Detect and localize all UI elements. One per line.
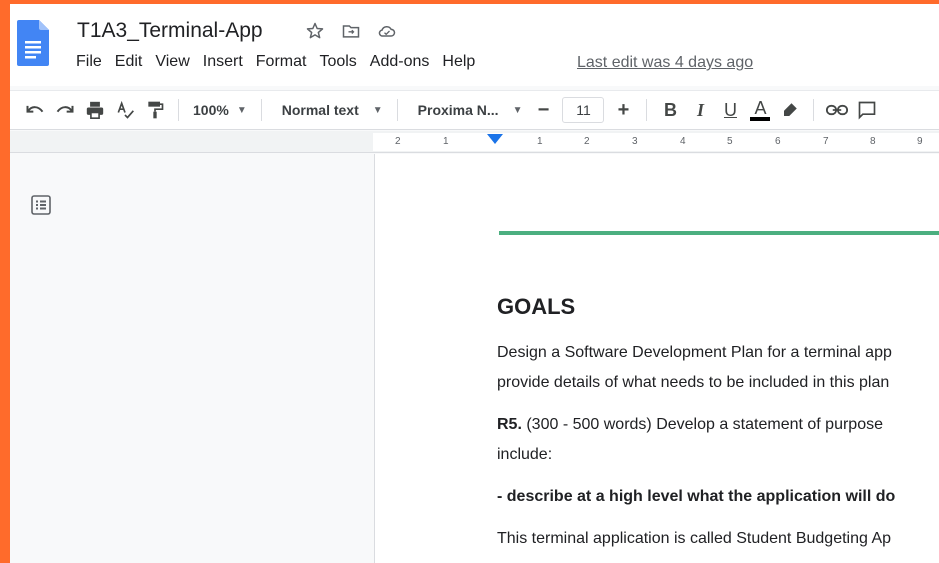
menu-file[interactable]: File: [76, 53, 110, 71]
menu-add-ons[interactable]: Add-ons: [370, 53, 438, 71]
app-frame: T1A3_Terminal-App File Edit View Insert …: [10, 4, 939, 563]
formatting-toolbar: 100% ▼ Normal text ▼ Proxima N... ▼ − 11…: [10, 90, 939, 130]
last-edit-link[interactable]: Last edit was 4 days ago: [577, 54, 753, 72]
menu-bar: File Edit View Insert Format Tools Add-o…: [76, 53, 488, 71]
paragraph-line: include:: [497, 446, 553, 463]
r5-text: (300 - 500 words) Develop a statement of…: [521, 416, 883, 433]
menu-view[interactable]: View: [155, 53, 197, 71]
spellcheck-icon[interactable]: [110, 96, 140, 124]
ruler-label: 2: [395, 136, 401, 147]
toolbar-divider: [646, 99, 648, 121]
toolbar-divider: [813, 99, 815, 121]
menu-edit[interactable]: Edit: [115, 53, 151, 71]
goals-heading: GOALS: [497, 294, 576, 319]
bold-button[interactable]: B: [655, 96, 685, 124]
horizontal-ruler[interactable]: 2 1 1 2 3 4 5 6 7 8 9: [10, 131, 939, 153]
redo-icon[interactable]: [50, 96, 80, 124]
undo-icon[interactable]: [20, 96, 50, 124]
font-value: Proxima N...: [417, 102, 499, 118]
indent-marker[interactable]: [487, 134, 503, 144]
increase-font-size-button[interactable]: +: [608, 96, 638, 124]
move-folder-icon[interactable]: [340, 20, 362, 42]
ruler-label: 7: [823, 136, 829, 147]
ruler-label: 5: [727, 136, 733, 147]
document-outline-icon[interactable]: [30, 194, 52, 216]
google-docs-icon[interactable]: [17, 20, 49, 66]
document-title[interactable]: T1A3_Terminal-App: [77, 19, 263, 43]
menu-insert[interactable]: Insert: [203, 53, 251, 71]
ruler-label: 6: [775, 136, 781, 147]
header-rule: [499, 231, 939, 235]
title-bar: T1A3_Terminal-App File Edit View Insert …: [10, 4, 939, 86]
toolbar-divider: [260, 99, 262, 121]
paint-format-icon[interactable]: [140, 96, 170, 124]
ruler-label: 1: [537, 136, 543, 147]
ruler-label: 9: [917, 136, 923, 147]
document-body[interactable]: GOALS Design a Software Development Plan…: [497, 294, 939, 554]
italic-button[interactable]: I: [685, 96, 715, 124]
text-color-button[interactable]: A: [745, 96, 775, 124]
cloud-status-icon[interactable]: [376, 20, 398, 42]
ruler-label: 2: [584, 136, 590, 147]
style-dropdown[interactable]: Normal text ▼: [276, 102, 389, 118]
ruler-label: 4: [680, 136, 686, 147]
decrease-font-size-button[interactable]: −: [528, 96, 558, 124]
text-color-label: A: [754, 98, 767, 118]
title-actions: [304, 20, 398, 42]
star-icon[interactable]: [304, 20, 326, 42]
paragraph-line: Design a Software Development Plan for a…: [497, 344, 892, 361]
paragraph-line: provide details of what needs to be incl…: [497, 374, 890, 391]
bullet-line: - describe at a high level what the appl…: [497, 488, 896, 505]
ruler-label: 8: [870, 136, 876, 147]
ruler-track: 2 1 1 2 3 4 5 6 7 8 9: [373, 133, 939, 151]
style-value: Normal text: [281, 102, 359, 118]
r5-label: R5.: [497, 416, 522, 433]
highlight-icon[interactable]: [775, 96, 805, 124]
underline-button[interactable]: U: [715, 96, 745, 124]
link-icon[interactable]: [822, 96, 852, 124]
paragraph-line: This terminal application is called Stud…: [497, 530, 892, 547]
menu-help[interactable]: Help: [442, 53, 483, 71]
ruler-label: 1: [443, 136, 449, 147]
menu-format[interactable]: Format: [256, 53, 315, 71]
comment-icon[interactable]: [852, 96, 882, 124]
toolbar-divider: [396, 99, 398, 121]
ruler-label: 3: [632, 136, 638, 147]
zoom-value: 100%: [193, 102, 229, 118]
r5-line: R5. (300 - 500 words) Develop a statemen…: [497, 410, 939, 440]
chevron-down-icon: ▼: [372, 104, 383, 116]
font-dropdown[interactable]: Proxima N... ▼: [412, 102, 529, 118]
chevron-down-icon: ▼: [512, 104, 523, 116]
text-color-swatch: [750, 117, 771, 121]
font-size-input[interactable]: 11: [562, 97, 605, 123]
menu-tools[interactable]: Tools: [319, 53, 364, 71]
zoom-dropdown[interactable]: 100% ▼: [187, 102, 253, 118]
toolbar-divider: [178, 99, 179, 121]
chevron-down-icon: ▼: [236, 104, 247, 116]
print-icon[interactable]: [80, 96, 110, 124]
document-page[interactable]: GOALS Design a Software Development Plan…: [374, 154, 939, 563]
